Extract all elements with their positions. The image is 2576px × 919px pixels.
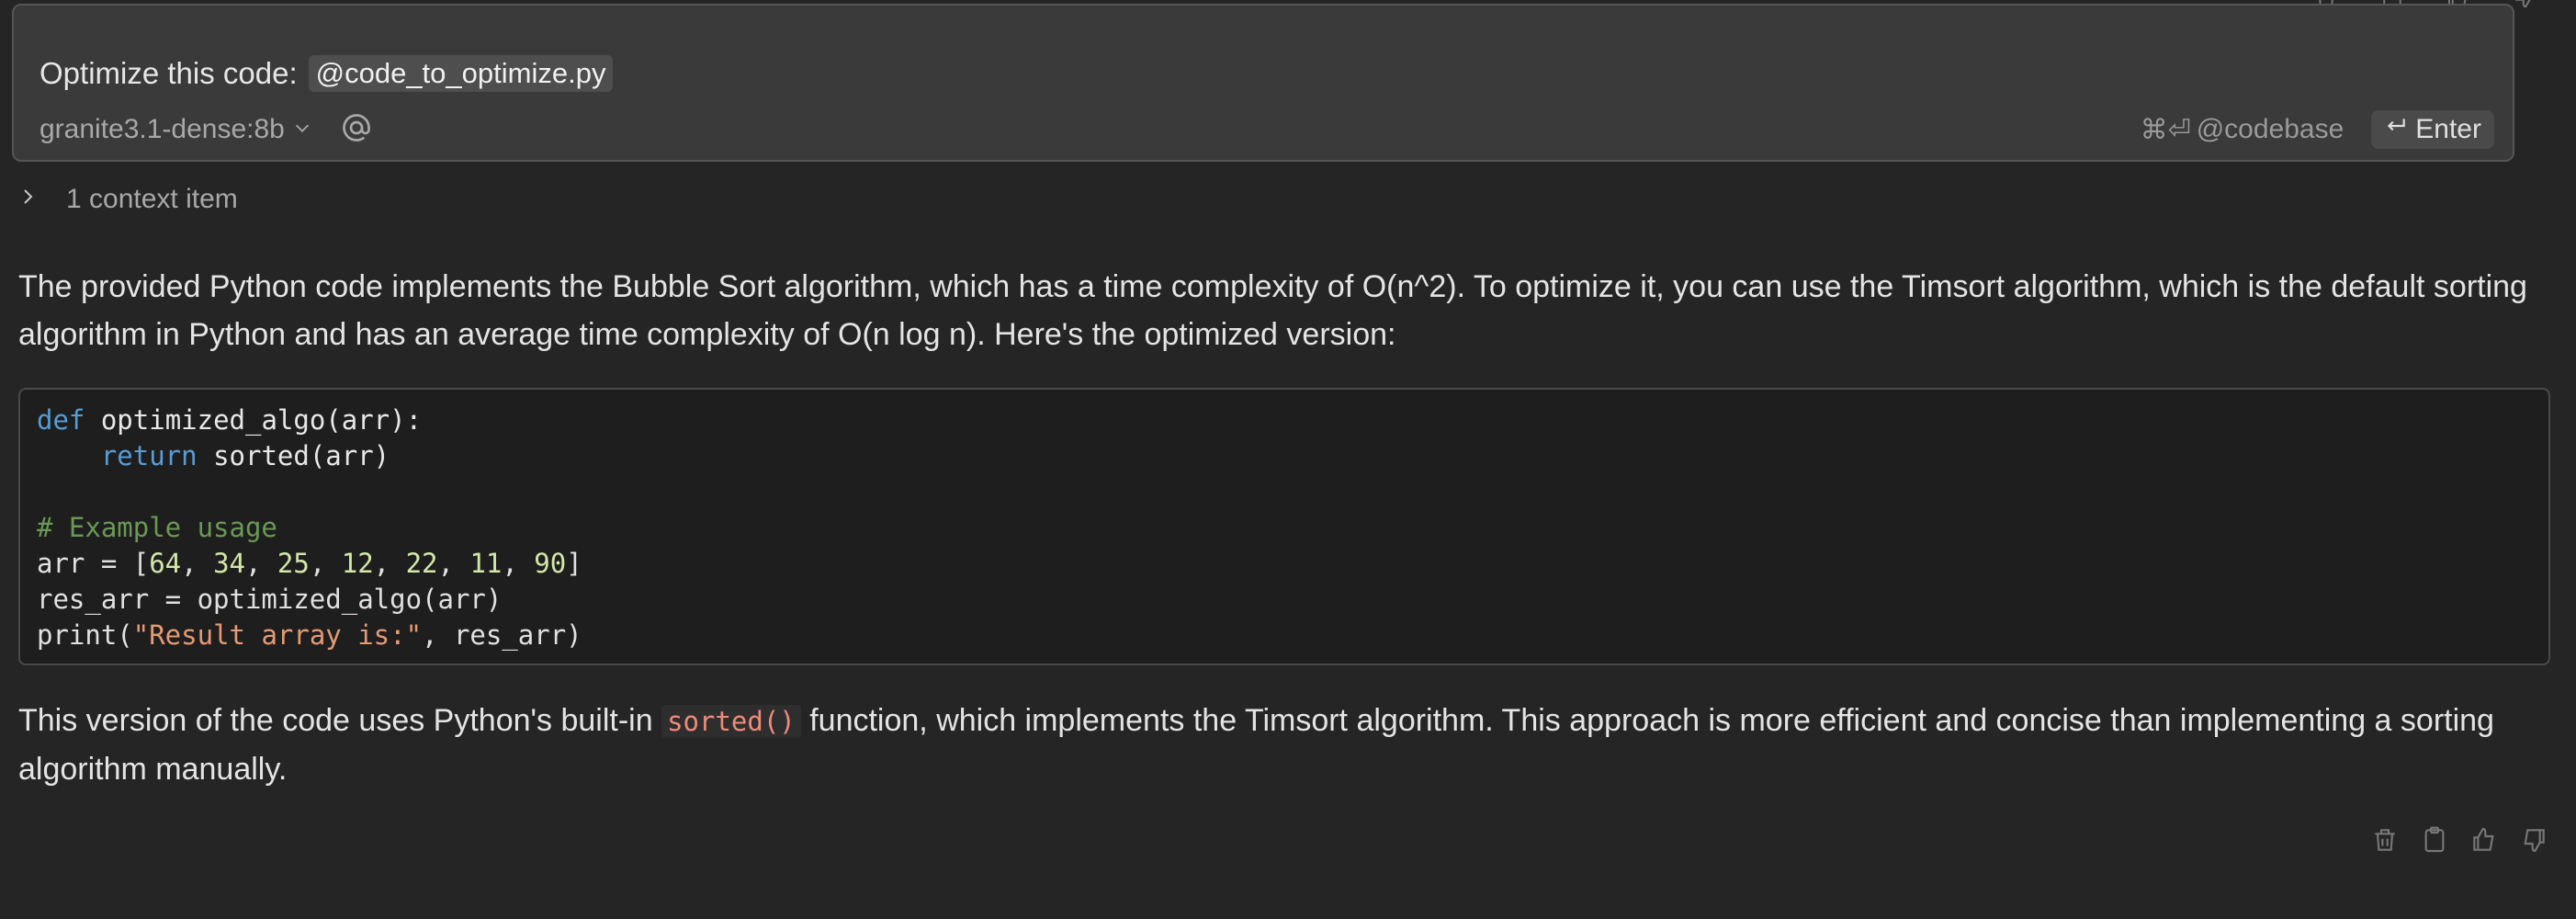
enter-button[interactable]: Enter bbox=[2371, 110, 2494, 149]
response-paragraph: This version of the code uses Python's b… bbox=[18, 697, 2554, 793]
code-text: ] bbox=[566, 548, 582, 579]
thumbs-up-icon[interactable] bbox=[2469, 825, 2499, 855]
code-keyword: def bbox=[37, 404, 85, 436]
code-comment: # Example usage bbox=[37, 512, 277, 543]
code-text: arr = [ bbox=[37, 548, 150, 579]
code-number: 12 bbox=[341, 548, 374, 579]
code-text: res_arr = optimized_algo(arr) bbox=[37, 584, 503, 615]
code-number: 34 bbox=[213, 548, 245, 579]
code-number: 25 bbox=[277, 548, 310, 579]
input-toolbar: granite3.1-dense:8b ⌘⏎ @codebase Enter bbox=[40, 107, 2494, 153]
codebase-shortcut-hint[interactable]: ⌘⏎ @codebase bbox=[2141, 114, 2344, 146]
code-text: print( bbox=[37, 619, 133, 651]
enter-label: Enter bbox=[2415, 114, 2481, 144]
chat-panel: Optimize this code: @code_to_optimize.py… bbox=[0, 0, 2576, 919]
trash-icon[interactable] bbox=[2370, 825, 2400, 855]
response-paragraph: The provided Python code implements the … bbox=[18, 269, 2527, 352]
model-selector[interactable]: granite3.1-dense:8b bbox=[40, 114, 312, 145]
response-text: This version of the code uses Python's b… bbox=[18, 703, 662, 738]
chat-input-box[interactable]: Optimize this code: @code_to_optimize.py… bbox=[12, 4, 2514, 162]
codebase-label: @codebase bbox=[2196, 114, 2344, 144]
thumbs-down-icon[interactable] bbox=[2510, 0, 2539, 11]
code-block[interactable]: def optimized_algo(arr): return sorted(a… bbox=[18, 388, 2550, 665]
context-items-toggle[interactable]: 1 context item bbox=[17, 184, 238, 215]
thumbs-down-icon[interactable] bbox=[2519, 825, 2548, 855]
inline-code: sorted() bbox=[661, 705, 801, 738]
code-text: sorted(arr) bbox=[197, 440, 390, 471]
clipboard-icon[interactable] bbox=[2420, 825, 2449, 855]
code-text: , res_arr) bbox=[422, 619, 582, 651]
file-mention-chip[interactable]: @code_to_optimize.py bbox=[308, 55, 614, 92]
message-actions bbox=[2370, 825, 2548, 855]
code-number: 11 bbox=[469, 548, 503, 579]
shortcut-keys: ⌘⏎ bbox=[2140, 114, 2191, 145]
prompt-text-area[interactable]: Optimize this code: @code_to_optimize.py bbox=[40, 55, 614, 92]
code-text: optimized_algo(arr): bbox=[85, 404, 423, 436]
code-number: 90 bbox=[534, 548, 567, 579]
chevron-down-icon bbox=[292, 114, 312, 145]
code-number: 64 bbox=[149, 548, 182, 579]
code-number: 22 bbox=[405, 548, 438, 579]
chevron-right-icon bbox=[17, 184, 39, 215]
return-icon bbox=[2384, 114, 2408, 145]
at-mention-icon[interactable] bbox=[340, 111, 373, 149]
context-items-label: 1 context item bbox=[66, 184, 238, 214]
code-string: "Result array is:" bbox=[132, 619, 423, 651]
model-name: granite3.1-dense:8b bbox=[40, 114, 285, 144]
prompt-text: Optimize this code: bbox=[40, 56, 298, 90]
code-keyword: return bbox=[100, 440, 198, 471]
